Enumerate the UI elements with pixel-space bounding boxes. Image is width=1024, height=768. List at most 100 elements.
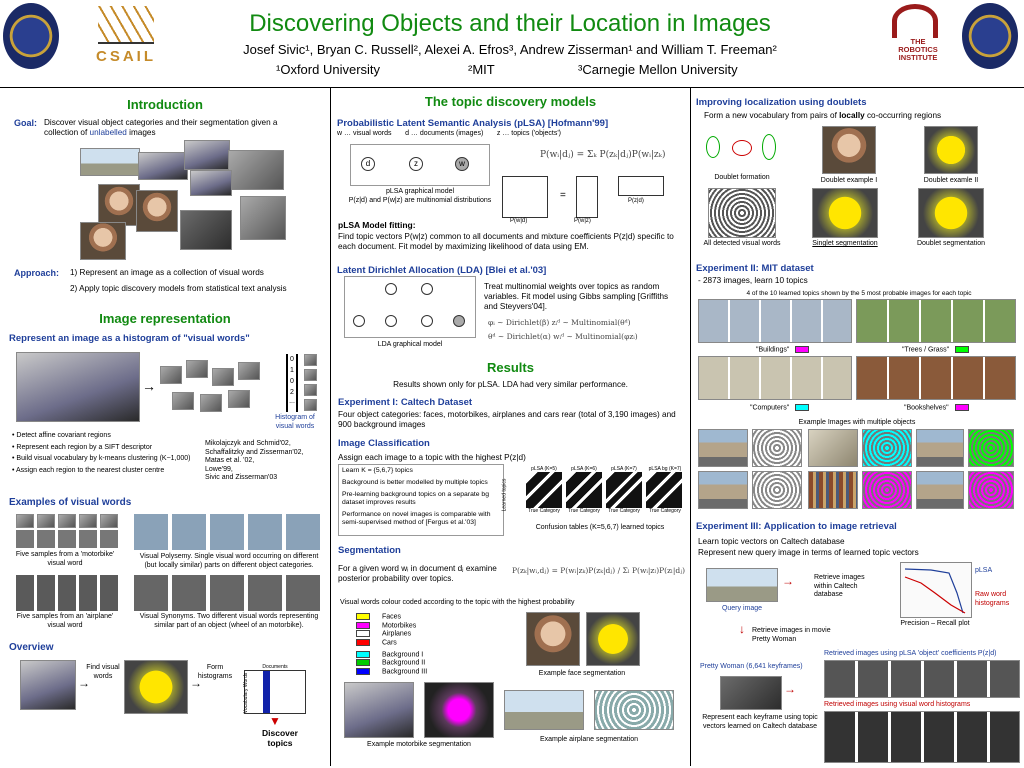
retrieve-arrow-down: ↓ — [739, 622, 745, 636]
legend-swatch-background-2 — [356, 659, 370, 667]
region-ellipse — [732, 140, 752, 156]
fit-text: Find topic vectors P(w|z) common to all … — [338, 232, 674, 251]
conf-matrix — [526, 472, 562, 508]
exp1-heading: Experiment I: Caltech Dataset — [338, 397, 473, 408]
conf-xlabel: True Category — [649, 508, 681, 514]
patch — [212, 368, 234, 386]
conf-table: pLSA (K=5) True Category — [526, 466, 562, 514]
reference: Matas et al. '02, — [205, 457, 255, 464]
header-rule — [0, 87, 1024, 88]
visual-word-thumbs — [304, 354, 318, 412]
collage-face-3 — [80, 222, 126, 260]
conf-xlabel: True Category — [528, 508, 560, 514]
collage-airplane — [80, 148, 140, 176]
exp3-line-1: Learn topic vectors on Caltech database — [698, 537, 845, 546]
topic-computers-text: "Computers" — [750, 404, 790, 412]
plsa-caption-2: P(z|d) and P(w|z) are multinomial distri… — [348, 197, 492, 204]
word-thumb — [304, 384, 317, 396]
conf-title: pLSA (K=5) — [531, 466, 557, 472]
patch — [228, 390, 250, 408]
classification-point: Learn K = {5,6,7} topics — [342, 467, 413, 474]
patch — [238, 362, 260, 380]
lda-equation-2: θᵈ ~ Dirichlet(α) wᵢᵈ ~ Multinomial(φzᵢ) — [488, 332, 638, 341]
legend-swatch-airplanes — [356, 630, 370, 638]
classification-text: Assign each image to a topic with the hi… — [338, 453, 526, 462]
airplane-segmentation-original — [504, 690, 584, 730]
topic-bookshelves-label: "Bookshelves" — [904, 404, 981, 413]
segmentation-text: For a given word wᵢ in document dⱼ exami… — [338, 564, 497, 583]
query-image-caption: Query image — [721, 605, 763, 612]
approach-step-1: 1) Represent an image as a collection of… — [70, 268, 264, 277]
histogram-heading: Represent an image as a histogram of "vi… — [9, 333, 250, 344]
sample-thumb — [58, 514, 76, 528]
collage-car — [180, 210, 232, 250]
goal-label: Goal: — [14, 118, 38, 128]
collage-texture-2 — [240, 196, 286, 240]
reference: Mikolajczyk and Schmid'02, — [205, 440, 291, 447]
topic-buildings-text: "Buildings" — [756, 346, 790, 354]
arrow-to-patches: → — [142, 378, 156, 394]
polysemy-samples — [134, 514, 324, 550]
exp2-text: - 2873 images, learn 10 topics — [698, 276, 808, 285]
pr-label-raw: Raw word histograms — [975, 591, 1010, 607]
lda-node — [421, 283, 433, 295]
topic-trees-label: "Trees / Grass" — [902, 346, 981, 355]
goal-text-c: images — [129, 128, 156, 137]
intro-title: Introduction — [127, 97, 203, 112]
patch-grid — [160, 360, 270, 416]
overview-title: Overview — [9, 642, 54, 653]
topic-bookshelves-text: "Bookshelves" — [904, 404, 949, 412]
exp3-line-2: Represent new query image in terms of le… — [698, 548, 919, 557]
affiliation-oxford: ¹Oxford University — [276, 62, 381, 77]
multi-image — [916, 429, 964, 467]
pr-caption: Precision – Recall plot — [900, 620, 970, 627]
column-divider-1 — [330, 88, 331, 766]
reference: Sivic and Zisserman'03 — [205, 474, 278, 481]
overview-words-image — [124, 660, 188, 714]
legend-item: Cars — [356, 638, 496, 648]
goal-text-unlabelled: unlabelled — [89, 128, 127, 137]
singlet-segmentation-image — [812, 188, 878, 238]
results-title: Results — [487, 360, 534, 375]
affiliation-cmu: ³Carnegie Mellon University — [578, 62, 738, 77]
plsa-variables: w … visual words d … documents (images) … — [337, 130, 562, 137]
plsa-equation: P(wᵢ|dⱼ) = Σₖ P(zₖ|dⱼ)P(wᵢ|zₖ) — [540, 150, 666, 160]
goal-text: Discover visual object categories and th… — [44, 118, 304, 138]
motorbike-segmentation-original — [344, 682, 414, 738]
topic-models-title: The topic discovery models — [424, 94, 597, 109]
legend-swatch-background-3 — [356, 667, 370, 675]
conf-xlabel: True Category — [568, 508, 600, 514]
legend-item: Faces — [356, 613, 496, 622]
affiliation-mit: ²MIT — [468, 62, 495, 77]
oxford-crest-left — [3, 3, 59, 69]
motorbike-segmentation-result — [424, 682, 494, 738]
moto-word-caption: Five samples from a 'motorbike' visual w… — [15, 551, 115, 567]
conf-matrix — [566, 472, 602, 508]
examples-title: Examples of visual words — [9, 497, 132, 508]
goal-text-a: Discover visual object categories and th… — [44, 118, 278, 137]
conf-table: pLSA bg (K=7) True Category — [646, 466, 684, 514]
hist-value: 2 — [290, 389, 294, 396]
histogram-caption: Histogram of visual words — [275, 414, 315, 430]
pr-label-plsa: pLSA — [975, 567, 993, 574]
doublet-example-2-image — [924, 126, 978, 174]
topic-buildings-label: "Buildings" — [756, 346, 821, 355]
overview-input-image — [20, 660, 76, 710]
legend-swatch-faces — [356, 613, 370, 620]
pretty-woman-caption: Pretty Woman (6,641 keyframes) — [700, 663, 803, 670]
doublet-segmentation-image — [918, 188, 984, 238]
lda-node — [353, 315, 365, 327]
patch — [200, 394, 222, 412]
multi-object-caption: Example Images with multiple objects — [798, 419, 916, 426]
csail-text: CSAIL — [96, 48, 156, 65]
retrieved-plsa-caption: Retrieved images using pLSA 'object' coe… — [824, 650, 997, 657]
overview-matrix-column — [263, 671, 270, 713]
topic-computers-images — [698, 356, 852, 400]
mat-pwd — [502, 176, 548, 218]
overview-matrix — [244, 670, 306, 714]
doublet-text-a: Form a new vocabulary from pairs of — [704, 111, 837, 120]
classification-point: Background is better modelled by multipl… — [342, 479, 488, 486]
collage-face-1 — [98, 184, 140, 226]
bullet-item: • Build visual vocabulary by k-means clu… — [12, 455, 191, 462]
topic-trees-images — [856, 299, 1016, 343]
